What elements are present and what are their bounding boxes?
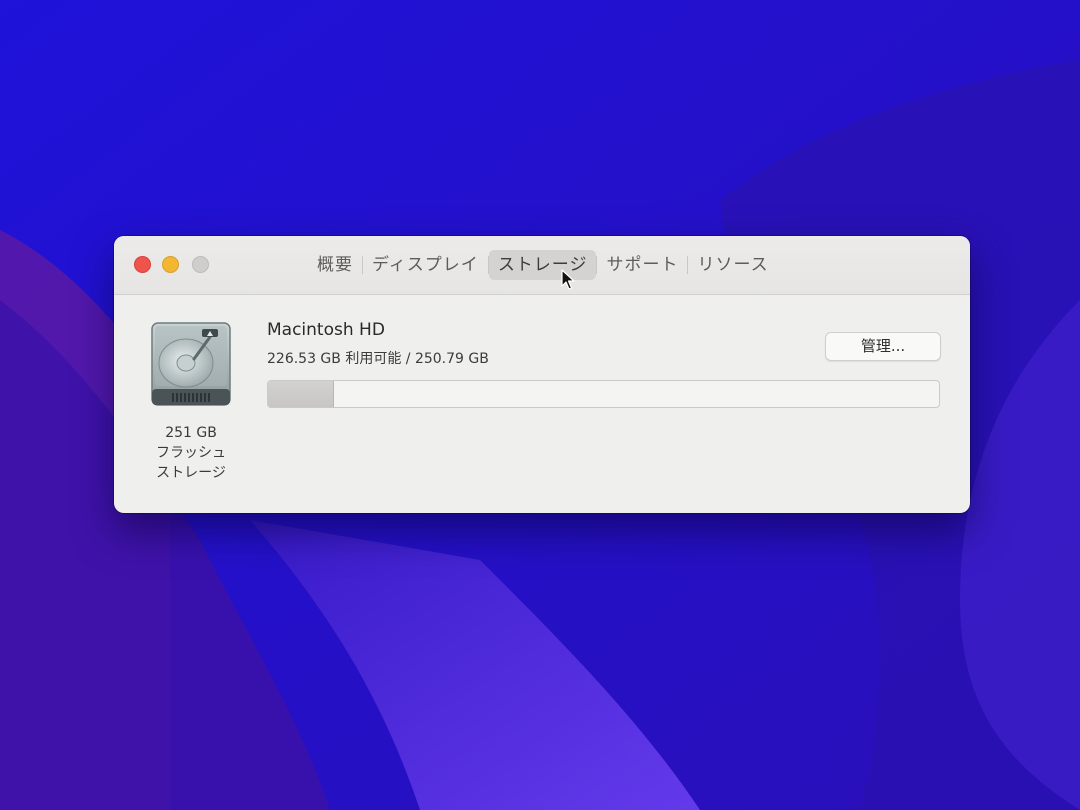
volume-name: Macintosh HD: [267, 320, 385, 340]
tab-bar: 概要 ディスプレイ ストレージ サポート リソース: [308, 250, 778, 280]
tab-storage[interactable]: ストレージ: [488, 250, 597, 280]
minimize-window-button[interactable]: [162, 256, 179, 273]
about-this-mac-window: 概要 ディスプレイ ストレージ サポート リソース 251 GB フラッシュ ス…: [114, 236, 970, 513]
mouse-pointer-icon: [561, 269, 575, 290]
volume-capacity-info: 226.53 GB 利用可能 / 250.79 GB: [267, 351, 489, 367]
disk-caption: 251 GB フラッシュ ストレージ: [134, 423, 248, 483]
disk-type-label: フラッシュ: [156, 445, 226, 461]
manage-storage-button[interactable]: 管理...: [825, 332, 941, 361]
window-titlebar: 概要 ディスプレイ ストレージ サポート リソース: [114, 236, 970, 295]
hard-drive-icon: [151, 322, 231, 406]
storage-pane: 251 GB フラッシュ ストレージ Macintosh HD 226.53 G…: [114, 295, 970, 513]
disk-capacity-label: 251 GB: [165, 425, 217, 441]
close-window-button[interactable]: [134, 256, 151, 273]
tab-overview[interactable]: 概要: [308, 250, 362, 280]
tab-support[interactable]: サポート: [597, 250, 687, 280]
disk-type-label-2: ストレージ: [156, 465, 226, 481]
tab-resources[interactable]: リソース: [688, 250, 777, 280]
storage-usage-fill: [268, 381, 335, 407]
storage-usage-bar: [267, 380, 940, 408]
tab-displays[interactable]: ディスプレイ: [363, 250, 488, 280]
zoom-window-button[interactable]: [192, 256, 209, 273]
